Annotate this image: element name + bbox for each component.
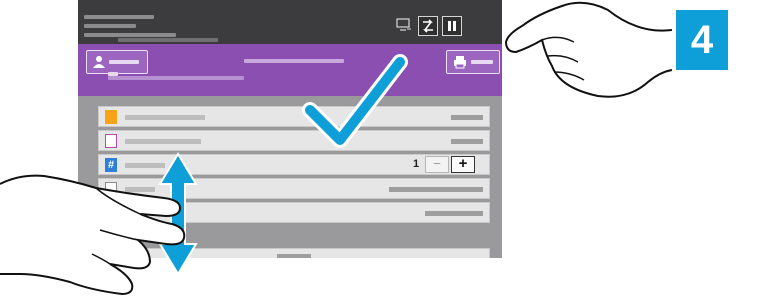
status-text-line (84, 33, 176, 37)
app-subtitle-mark (108, 72, 118, 76)
option-value (389, 187, 483, 192)
option-value (451, 139, 483, 144)
step-badge: 4 (676, 10, 728, 70)
printer-icon (454, 56, 466, 69)
user-icon (93, 56, 105, 68)
pause-icon (448, 21, 456, 31)
app-subtitle-line (108, 76, 244, 80)
pause-button[interactable] (442, 16, 462, 36)
increment-button[interactable]: + (451, 156, 475, 173)
app-bar (78, 44, 502, 96)
option-row-image[interactable] (98, 130, 490, 151)
user-button[interactable] (86, 50, 148, 74)
swap-icon (423, 19, 433, 33)
status-text-line (84, 24, 136, 28)
scrolling-hand-icon (0, 174, 186, 296)
option-value (277, 254, 311, 258)
decrement-button[interactable]: − (425, 156, 449, 173)
option-label (125, 115, 205, 120)
top-status-bar (78, 0, 502, 44)
status-text-line (118, 38, 218, 42)
image-icon (105, 134, 117, 148)
option-value (451, 115, 483, 120)
option-label (125, 139, 201, 144)
display-icon[interactable] (396, 18, 412, 32)
pointing-hand-icon (504, 1, 672, 98)
document-icon (105, 110, 117, 124)
option-value (425, 211, 483, 216)
checkmark-icon (302, 54, 408, 148)
quantity-value: 1 (413, 158, 420, 170)
swap-button[interactable] (418, 16, 438, 36)
option-row-document[interactable] (98, 106, 490, 127)
status-text-line (84, 15, 154, 19)
user-label-line (109, 60, 139, 64)
